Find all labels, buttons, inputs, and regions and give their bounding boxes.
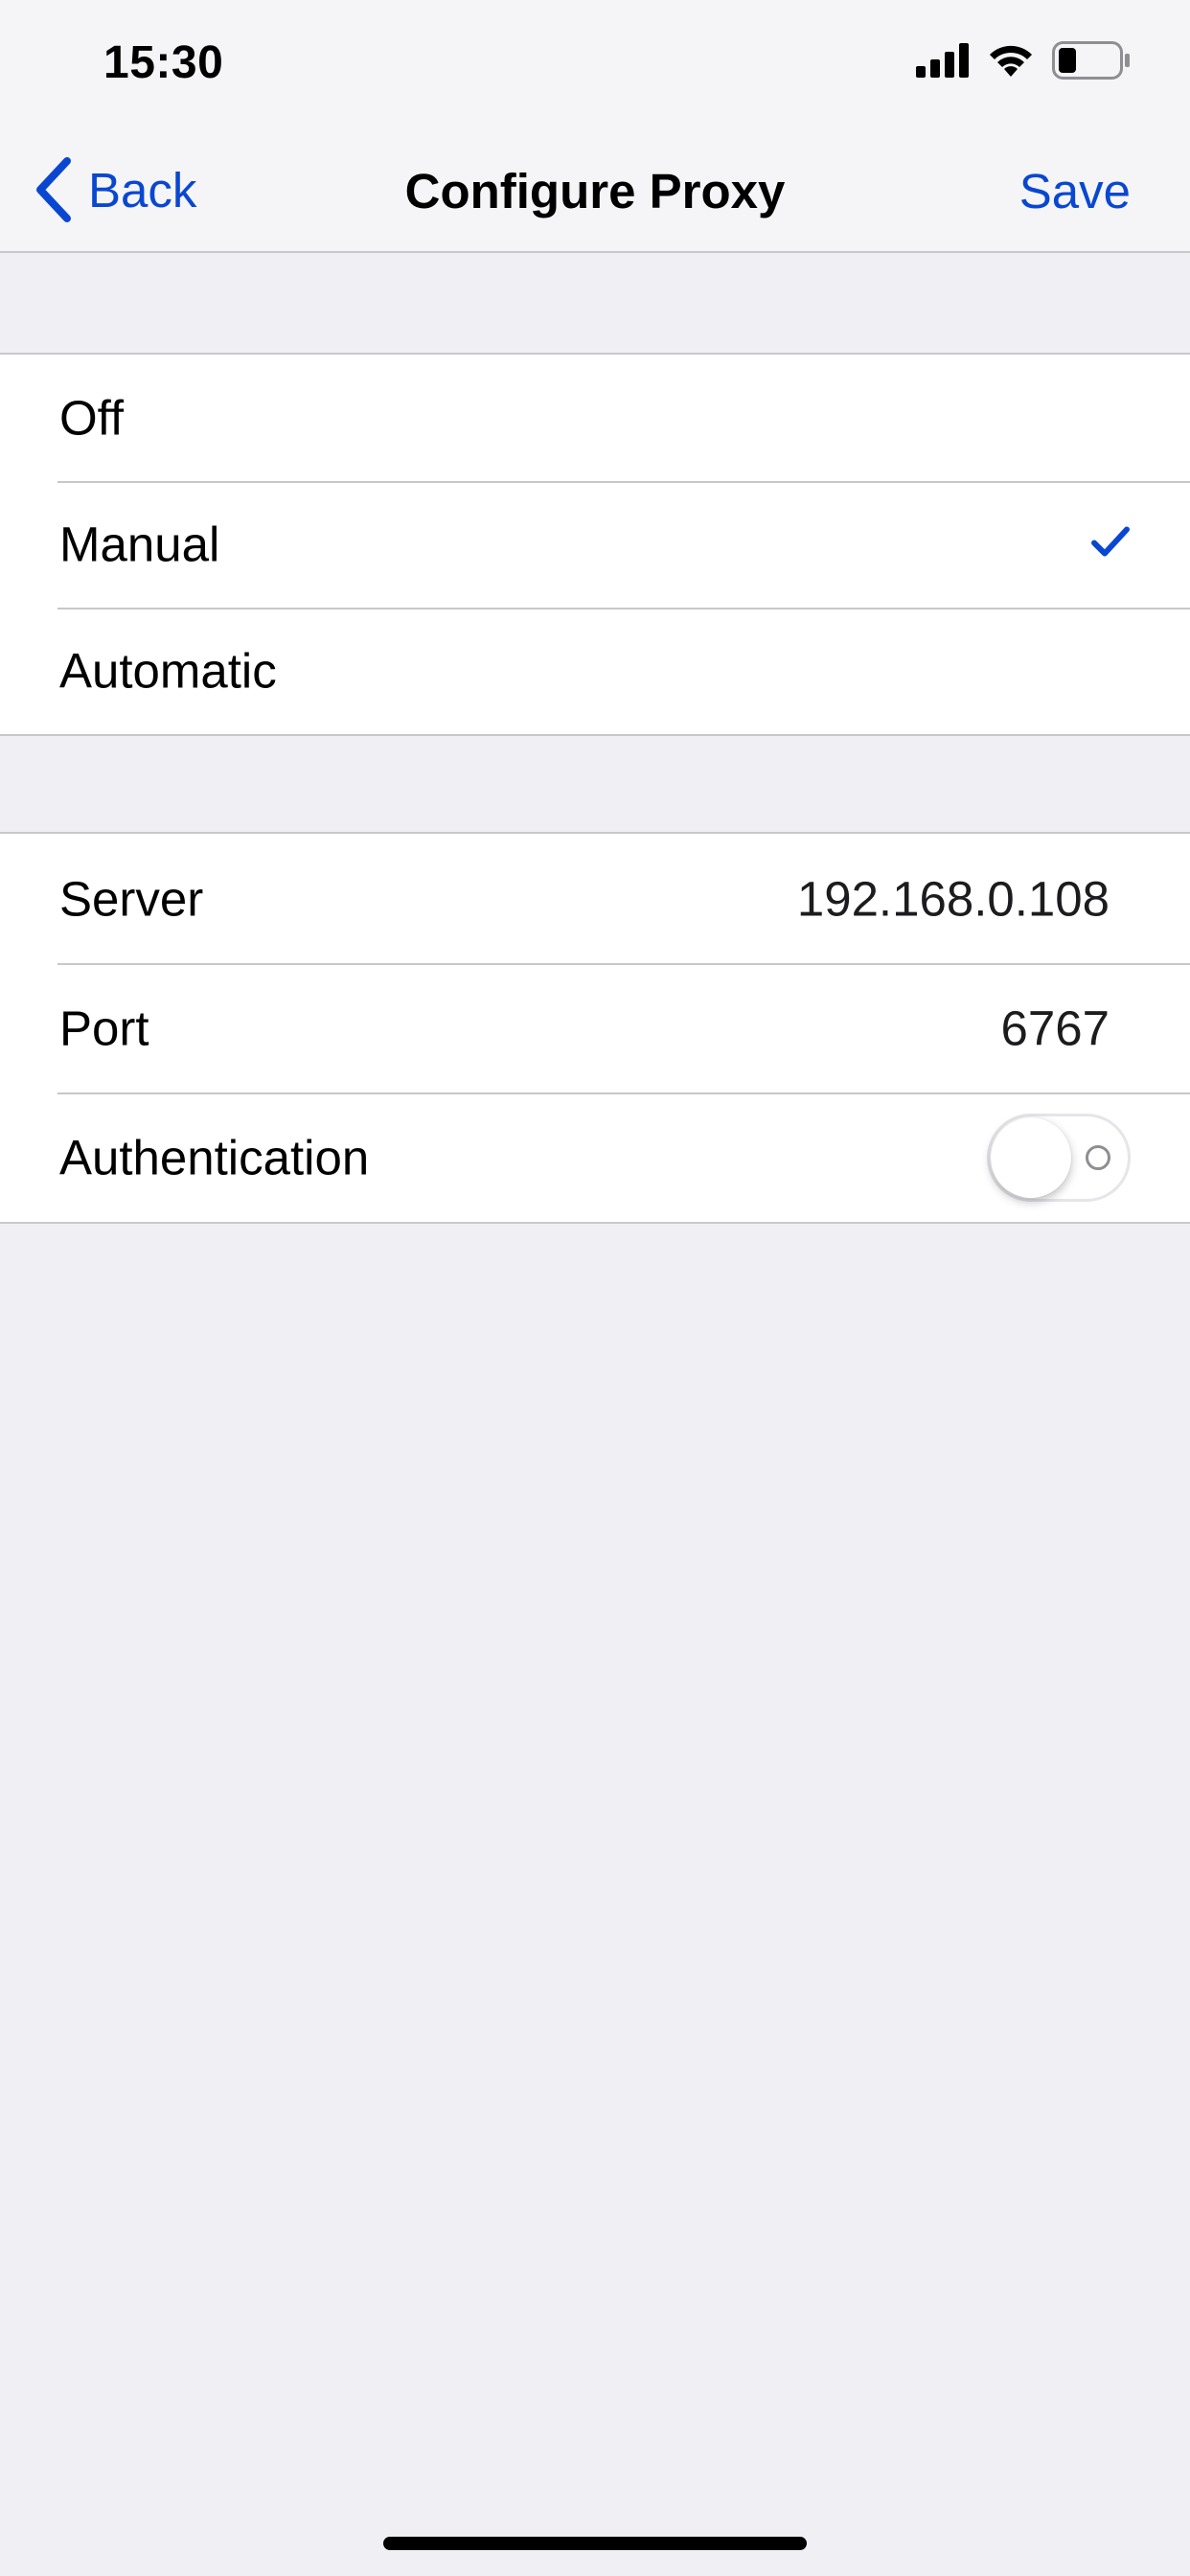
proxy-mode-off-label: Off: [59, 390, 125, 446]
save-button[interactable]: Save: [1019, 163, 1131, 219]
proxy-mode-automatic[interactable]: Automatic: [0, 608, 1190, 734]
page-title: Configure Proxy: [404, 164, 786, 218]
proxy-mode-automatic-label: Automatic: [59, 643, 277, 699]
home-indicator[interactable]: [383, 2537, 807, 2550]
port-label: Port: [59, 1000, 149, 1055]
toggle-off-indicator: [1086, 1144, 1110, 1170]
proxy-mode-off[interactable]: Off: [0, 355, 1190, 481]
navigation-bar: Back Configure Proxy Save: [0, 126, 1190, 253]
status-bar: 15:30: [0, 0, 1190, 126]
proxy-mode-manual-label: Manual: [59, 517, 220, 572]
server-label: Server: [59, 871, 204, 926]
wifi-icon: [987, 42, 1035, 83]
port-field[interactable]: 6767: [1001, 1000, 1110, 1056]
authentication-row: Authentication: [0, 1092, 1190, 1222]
status-time: 15:30: [103, 37, 224, 88]
toggle-knob: [991, 1116, 1071, 1198]
checkmark-icon: [1090, 526, 1131, 564]
authentication-label: Authentication: [59, 1130, 370, 1184]
server-row[interactable]: Server 192.168.0.108: [0, 834, 1190, 963]
battery-icon: [1052, 40, 1131, 84]
authentication-toggle[interactable]: [987, 1113, 1131, 1202]
status-icons: [916, 40, 1131, 84]
signal-icon: [916, 42, 970, 82]
port-row[interactable]: Port 6767: [0, 963, 1190, 1092]
proxy-mode-group: Off Manual Automatic: [0, 353, 1190, 736]
proxy-settings-group: Server 192.168.0.108 Port 6767 Authentic…: [0, 832, 1190, 1224]
server-field[interactable]: 192.168.0.108: [797, 870, 1110, 927]
proxy-mode-manual[interactable]: Manual: [0, 481, 1190, 608]
